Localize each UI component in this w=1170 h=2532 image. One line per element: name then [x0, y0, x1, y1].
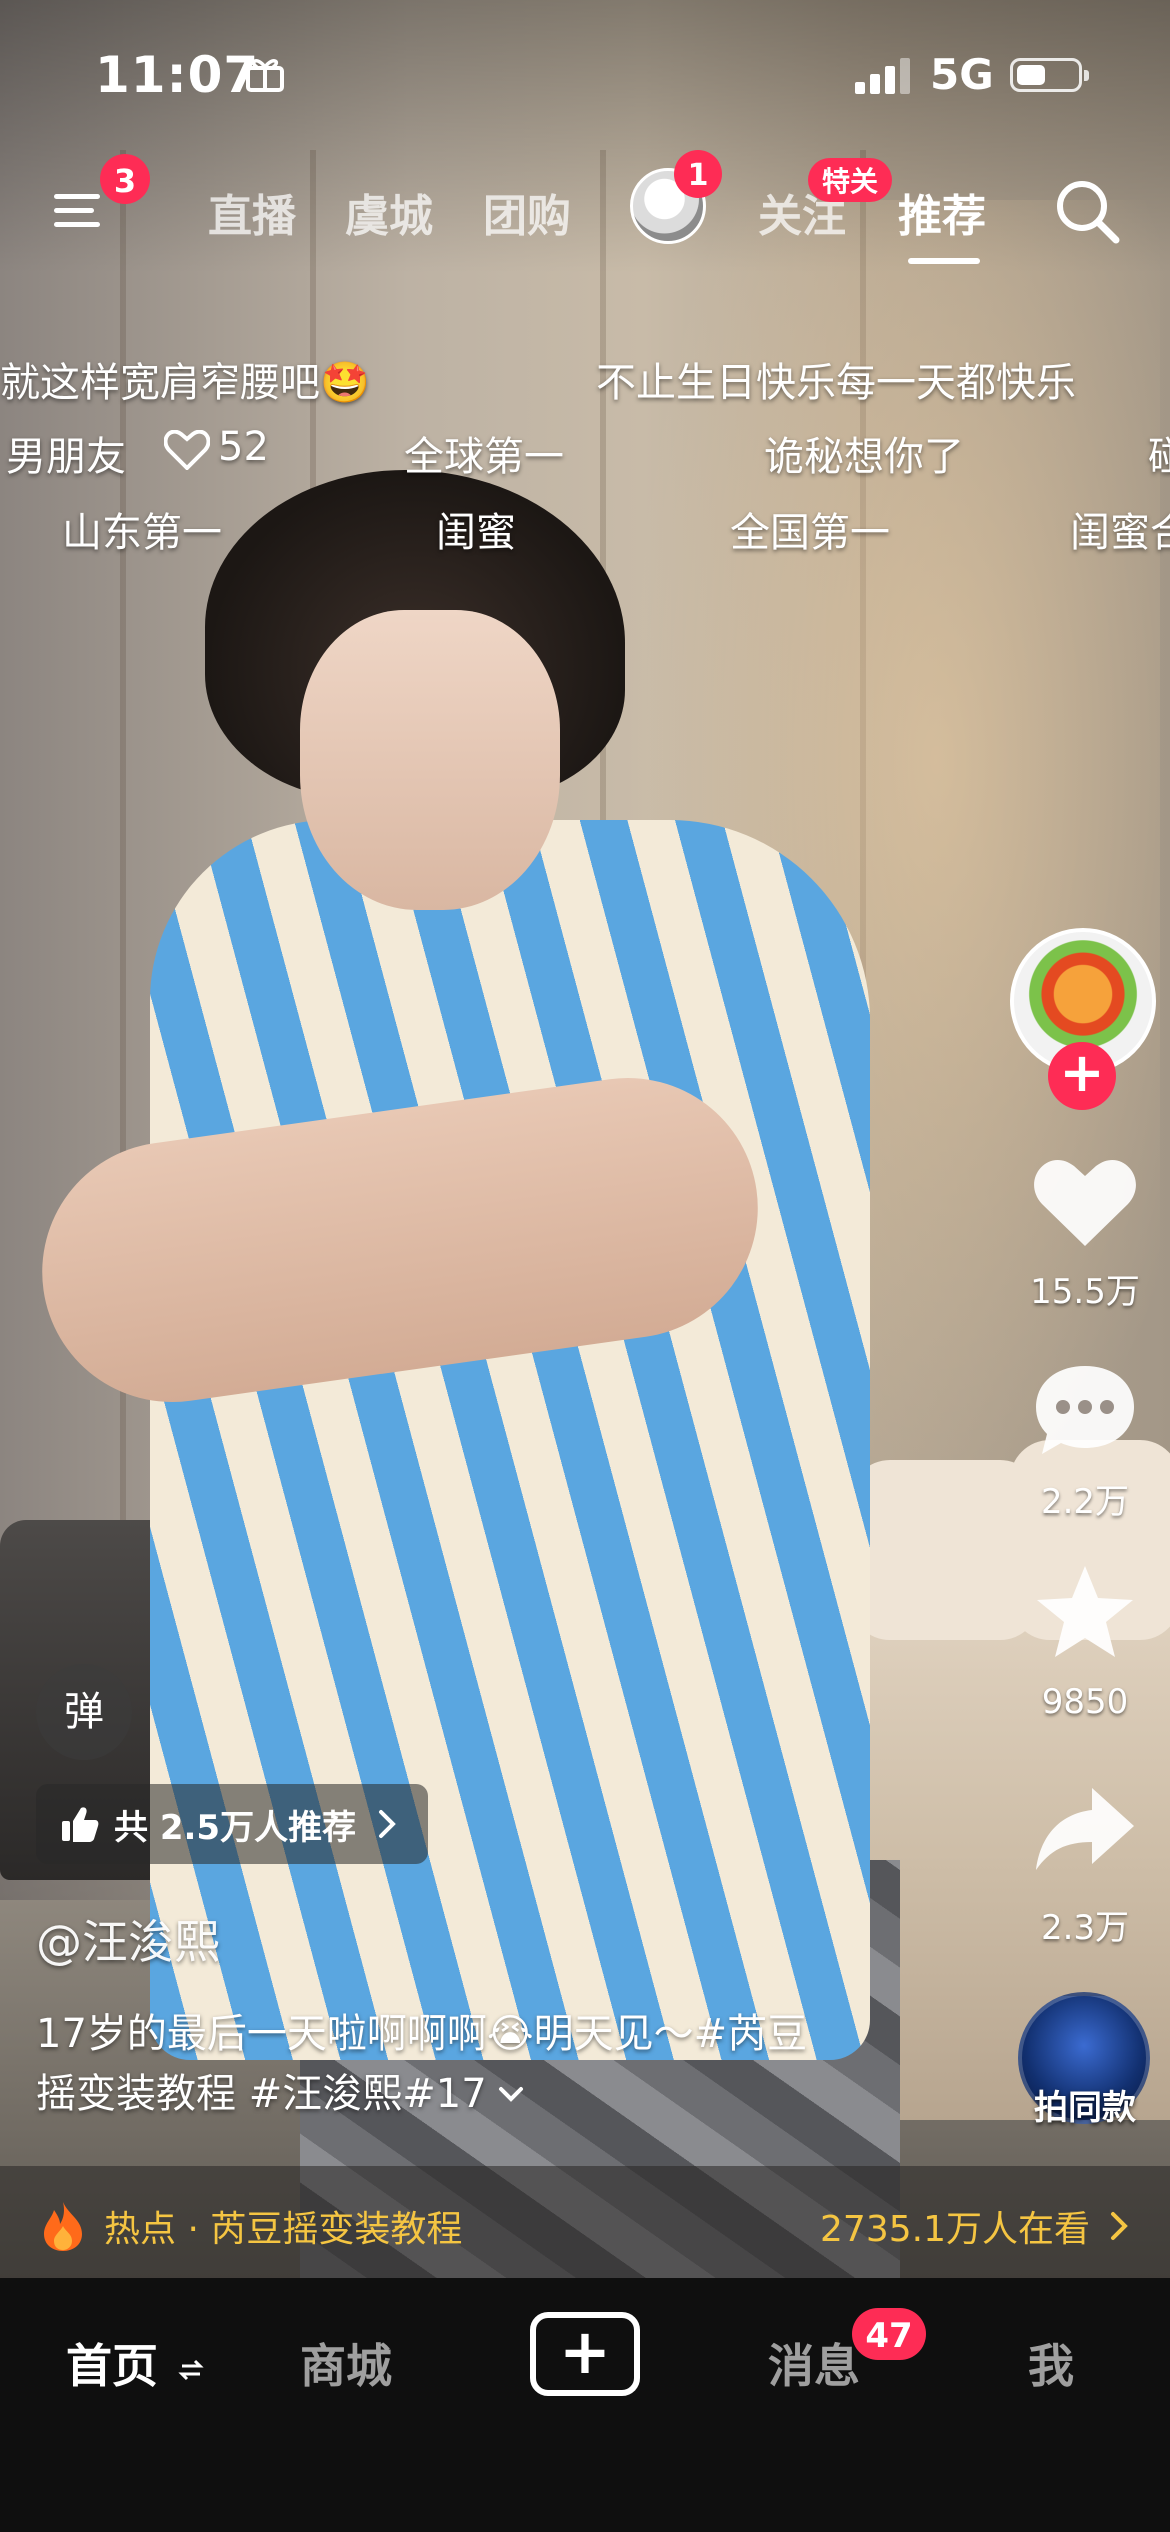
recommend-count-pill[interactable]: 共 2.5万人推荐 [36, 1784, 429, 1864]
like-heart-icon[interactable] [1030, 1152, 1140, 1252]
chevron-right-icon [1111, 2212, 1128, 2240]
favorite-star-icon[interactable] [1030, 1562, 1140, 1662]
tab-recommend[interactable]: 推荐 [898, 180, 986, 244]
status-bar: 11:07 5G [0, 0, 1170, 150]
top-nav: 3 直播 虞城 团购 1 关注 特关 推荐 [0, 150, 1170, 270]
tab-mall[interactable]: 商城 [300, 2330, 392, 2396]
special-follow-tag: 特关 [808, 158, 893, 202]
signal-icon [855, 58, 911, 94]
tab-local[interactable]: 虞城 [345, 180, 433, 244]
danmaku-comment: 闺蜜 [436, 510, 516, 556]
comment-count: 2.2万 [1040, 1482, 1130, 1522]
caption-line: 摇变装教程 #汪浚熙#17 [36, 2071, 487, 2117]
watching-count: 2735.1万人在看 [820, 2209, 1090, 2250]
favorite-count: 9850 [1041, 1682, 1129, 1722]
danmaku-comment: 就这样宽肩窄腰吧🤩 [0, 360, 370, 406]
messages-badge: 47 [852, 2308, 926, 2360]
danmaku-comment: 不止生日快乐每一天都快乐 [596, 360, 1076, 406]
danmaku-toggle-button[interactable]: 弹 [36, 1664, 132, 1760]
flame-icon [44, 2202, 82, 2251]
menu-badge: 3 [100, 154, 150, 204]
danmaku-comment: 男朋友 [6, 434, 126, 480]
follow-plus-button[interactable]: + [1048, 1042, 1116, 1110]
recommend-count-text: 共 2.5万人推荐 [114, 1807, 357, 1848]
heart-icon [164, 430, 210, 470]
tab-live[interactable]: 直播 [208, 180, 296, 244]
share-count: 2.3万 [1040, 1908, 1130, 1948]
thumbs-up-icon [62, 1807, 99, 1842]
active-tab-indicator [908, 258, 980, 264]
tab-messages[interactable]: 消息 [768, 2330, 860, 2396]
caption-line: 17岁的最后一天啦啊啊啊😭明天见～#芮豆 [36, 2011, 808, 2057]
status-time: 11:07 [95, 46, 260, 104]
danmaku-likes: 52 [218, 424, 269, 470]
comment-icon[interactable] [1030, 1360, 1140, 1460]
battery-icon [1010, 58, 1089, 92]
author-name[interactable]: @汪浚熙 [36, 1906, 220, 1972]
bottom-tab-bar: 首页 商城 + 消息 47 我 [0, 2278, 1170, 2532]
danmaku-comment: 全国第一 [730, 510, 890, 556]
network-type: 5G [930, 50, 994, 99]
person-shirt [150, 820, 870, 2060]
switch-arrows-icon [178, 2359, 204, 2380]
person-face [300, 610, 560, 910]
danmaku-comment: 山东第一 [62, 510, 222, 556]
menu-button[interactable] [50, 180, 110, 240]
hot-topic-text: 热点 · 芮豆摇变装教程 [104, 2209, 463, 2250]
tab-home[interactable]: 首页 [66, 2330, 204, 2396]
avatar-badge: 1 [674, 150, 722, 198]
like-count: 15.5万 [1030, 1272, 1140, 1312]
create-post-button[interactable]: + [530, 2312, 640, 2396]
search-icon[interactable] [1052, 176, 1122, 246]
share-arrow-icon[interactable] [1030, 1780, 1140, 1880]
danmaku-comment: 全球第一 [404, 434, 564, 480]
use-sound-label[interactable]: 拍同款 [1000, 2080, 1170, 2129]
tab-home-label: 首页 [66, 2339, 158, 2393]
chevron-right-icon [379, 1810, 396, 1838]
chevron-down-icon[interactable] [497, 2084, 525, 2104]
danmaku-comment: 碰 [1148, 434, 1170, 480]
video-caption[interactable]: 17岁的最后一天啦啊啊啊😭明天见～#芮豆 摇变装教程 #汪浚熙#17 [36, 2004, 936, 2124]
gift-icon [246, 59, 284, 92]
hot-topic-bar[interactable]: 热点 · 芮豆摇变装教程 2735.1万人在看 [0, 2166, 1170, 2278]
tab-groupbuy[interactable]: 团购 [483, 180, 571, 244]
danmaku-comment: 诡秘想你了 [764, 434, 964, 480]
tab-me[interactable]: 我 [1028, 2330, 1074, 2396]
danmaku-comment: 闺蜜合 [1070, 510, 1170, 556]
